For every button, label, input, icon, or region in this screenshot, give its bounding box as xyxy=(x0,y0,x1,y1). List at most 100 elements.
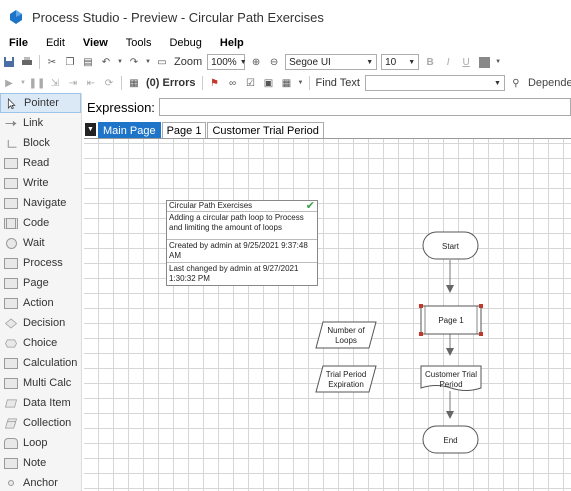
run-icon[interactable]: ▶ xyxy=(2,76,16,90)
selection-handle[interactable] xyxy=(419,304,423,308)
validate-icon[interactable]: ☑ xyxy=(244,76,258,90)
undo-dropdown-icon[interactable]: ▼ xyxy=(117,55,123,69)
palette-item-process[interactable]: Process xyxy=(0,253,81,273)
expression-input[interactable] xyxy=(158,98,571,116)
menu-view[interactable]: View xyxy=(74,37,117,49)
palette-label: Collection xyxy=(23,417,72,429)
block-icon xyxy=(7,139,17,148)
zoom-page-icon[interactable]: ▭ xyxy=(155,55,169,69)
errors-icon[interactable]: ▦ xyxy=(127,76,141,90)
palette-item-choice[interactable]: Choice xyxy=(0,333,81,353)
navigate-icon xyxy=(4,197,18,209)
data-item-icon xyxy=(5,398,17,408)
refresh-icon[interactable]: ⟳ xyxy=(102,76,116,90)
bold-button[interactable]: B xyxy=(423,55,437,69)
link-icon xyxy=(5,120,17,126)
end-label: End xyxy=(443,436,457,445)
palette-label: Action xyxy=(23,297,54,309)
palette-item-link[interactable]: Link xyxy=(0,113,81,133)
palette-label: Page xyxy=(23,277,49,289)
palette-item-write[interactable]: Write xyxy=(0,173,81,193)
binoculars-icon[interactable]: ⚲ xyxy=(509,76,523,90)
palette-item-anchor[interactable]: Anchor xyxy=(0,473,81,491)
redo-dropdown-icon[interactable]: ▼ xyxy=(145,55,151,69)
palette-item-block[interactable]: Block xyxy=(0,133,81,153)
zoom-out-icon[interactable]: ⊖ xyxy=(267,55,281,69)
tab-list-dropdown-icon[interactable]: ▼ xyxy=(85,123,96,136)
anchor-icon xyxy=(8,480,14,486)
number-of-loops-label-2: Loops xyxy=(335,336,357,345)
number-of-loops-data-item[interactable]: Number of Loops xyxy=(315,321,377,349)
palette-item-action[interactable]: Action xyxy=(0,293,81,313)
palette-item-wait[interactable]: Wait xyxy=(0,233,81,253)
menu-file[interactable]: File xyxy=(0,37,37,49)
palette-item-page[interactable]: Page xyxy=(0,273,81,293)
redo-icon[interactable]: ↷ xyxy=(127,55,141,69)
step-in-icon[interactable]: ⇲ xyxy=(48,76,62,90)
dependencies-button[interactable]: Dependencie xyxy=(528,77,571,89)
palette-item-navigate[interactable]: Navigate xyxy=(0,193,81,213)
view-icon[interactable]: ▣ xyxy=(262,76,276,90)
run-dropdown-icon[interactable]: ▼ xyxy=(20,76,26,90)
palette-item-note[interactable]: Note xyxy=(0,453,81,473)
toolbar-separator xyxy=(121,76,122,90)
palette-item-pointer[interactable]: Pointer xyxy=(0,93,81,113)
palette-item-data-item[interactable]: Data Item xyxy=(0,393,81,413)
page1-stage[interactable]: Page 1 xyxy=(419,304,483,336)
font-family-combo[interactable]: Segoe UI ▼ xyxy=(285,54,378,70)
grid-icon[interactable]: ▦ xyxy=(280,76,294,90)
tab-customer-trial-period[interactable]: Customer Trial Period xyxy=(207,122,324,138)
palette-item-multi-calc[interactable]: Multi Calc xyxy=(0,373,81,393)
zoom-in-icon[interactable]: ⊕ xyxy=(249,55,263,69)
palette-item-decision[interactable]: Decision xyxy=(0,313,81,333)
font-color-dropdown-icon[interactable]: ▼ xyxy=(495,55,501,69)
italic-button[interactable]: I xyxy=(441,55,455,69)
grid-dropdown-icon[interactable]: ▼ xyxy=(298,76,304,90)
underline-button[interactable]: U xyxy=(459,55,473,69)
step-out-icon[interactable]: ⇤ xyxy=(84,76,98,90)
menu-tools[interactable]: Tools xyxy=(117,37,161,49)
tab-main-page[interactable]: Main Page xyxy=(98,122,161,138)
menu-debug[interactable]: Debug xyxy=(160,37,210,49)
undo-icon[interactable]: ↶ xyxy=(99,55,113,69)
font-size-combo[interactable]: 10 ▼ xyxy=(381,54,420,70)
palette-item-read[interactable]: Read xyxy=(0,153,81,173)
font-size-value: 10 xyxy=(385,56,397,68)
read-icon xyxy=(4,157,18,169)
save-icon[interactable] xyxy=(2,55,16,69)
cut-icon[interactable]: ✂ xyxy=(45,55,59,69)
font-color-icon[interactable] xyxy=(477,55,491,69)
zoom-combo[interactable]: 100% ▼ xyxy=(207,54,247,70)
multi-calc-icon xyxy=(4,377,18,389)
find-text-combo[interactable]: ▼ xyxy=(364,75,505,91)
menu-help[interactable]: Help xyxy=(211,37,253,49)
tab-page-1[interactable]: Page 1 xyxy=(161,122,207,138)
selection-handle[interactable] xyxy=(479,332,483,336)
customer-trial-label-1: Customer Trial xyxy=(425,370,477,379)
palette-item-collection[interactable]: Collection xyxy=(0,413,81,433)
start-stage[interactable]: Start xyxy=(422,231,479,260)
palette-label: Loop xyxy=(23,437,48,449)
end-stage[interactable]: End xyxy=(422,425,479,454)
palette-item-loop[interactable]: Loop xyxy=(0,433,81,453)
errors-label[interactable]: (0) Errors xyxy=(146,77,196,89)
step-over-icon[interactable]: ⇥ xyxy=(66,76,80,90)
breakpoint-flag-icon[interactable]: ⚑ xyxy=(208,76,222,90)
customer-trial-period-stage[interactable]: Customer Trial Period xyxy=(420,365,482,391)
pause-icon[interactable]: ❚❚ xyxy=(29,76,46,90)
toolbar-separator xyxy=(201,76,203,90)
copy-icon[interactable]: ❐ xyxy=(63,55,77,69)
process-canvas[interactable]: Circular Path Exercises ✔ Adding a circu… xyxy=(84,138,571,491)
selection-handle[interactable] xyxy=(479,304,483,308)
trial-period-label-2: Expiration xyxy=(328,380,364,389)
selection-handle[interactable] xyxy=(419,332,423,336)
zoom-value: 100% xyxy=(211,56,237,68)
trial-period-expiration-data-item[interactable]: Trial Period Expiration xyxy=(315,365,377,393)
palette-item-calculation[interactable]: Calculation xyxy=(0,353,81,373)
palette-item-code[interactable]: Code xyxy=(0,213,81,233)
watch-icon[interactable]: ∞ xyxy=(226,76,240,90)
print-icon[interactable] xyxy=(20,55,34,69)
palette-label: Read xyxy=(23,157,50,169)
paste-icon[interactable]: ▤ xyxy=(81,55,95,69)
menu-edit[interactable]: Edit xyxy=(37,37,74,49)
